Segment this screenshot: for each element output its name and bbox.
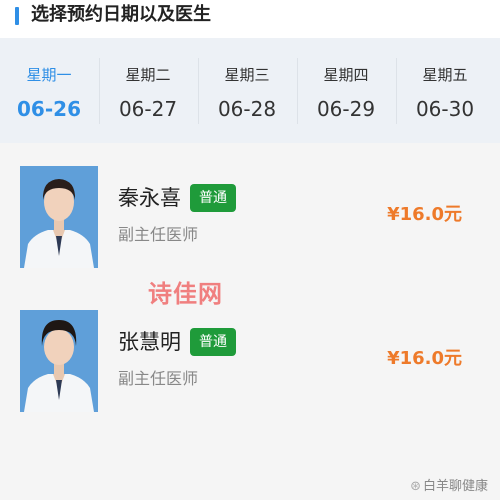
date-selector: 星期一 06-26 星期二 06-27 星期三 06-28 星期四 06-29 … — [0, 38, 500, 143]
date-tab-tuesday[interactable]: 星期二 06-27 — [99, 38, 197, 143]
doctor-type-badge: 普通 — [190, 328, 236, 356]
watermark-text: 诗佳网 — [148, 280, 223, 308]
date-tab-friday[interactable]: 星期五 06-30 — [396, 38, 494, 143]
date-weekday: 星期三 — [224, 66, 270, 84]
doctor-card[interactable]: 张慧明 普通 副主任医师 ¥16.0元 — [0, 310, 500, 420]
doctor-avatar — [20, 310, 98, 412]
doctor-title: 副主任医师 — [118, 369, 199, 388]
doctor-avatar — [20, 166, 98, 268]
page-header: 选择预约日期以及医生 — [0, 0, 500, 38]
date-value: 06-29 — [316, 97, 376, 121]
date-weekday: 星期一 — [26, 66, 72, 84]
watermark-corner-text: 白羊聊健康 — [422, 479, 488, 494]
corner-watermark: ⊛ 白羊聊健康 — [410, 475, 488, 494]
date-weekday: 星期四 — [323, 66, 369, 84]
date-value: 06-27 — [118, 97, 178, 121]
date-tab-monday[interactable]: 星期一 06-26 — [0, 38, 98, 143]
date-weekday: 星期二 — [125, 66, 171, 84]
doctor-portrait-icon — [20, 310, 98, 412]
doctor-price: ¥16.0元 — [387, 348, 462, 369]
date-value: 06-26 — [17, 97, 81, 121]
doctor-card[interactable]: 秦永喜 普通 副主任医师 ¥16.0元 — [0, 166, 500, 276]
date-tab-thursday[interactable]: 星期四 06-29 — [297, 38, 395, 143]
date-weekday: 星期五 — [422, 66, 468, 84]
date-value: 06-28 — [217, 97, 277, 121]
page-title: 选择预约日期以及医生 — [31, 4, 211, 25]
doctor-name: 张慧明 — [118, 330, 181, 354]
header-accent-bar — [15, 7, 19, 25]
doctor-portrait-icon — [20, 166, 98, 268]
doctor-price: ¥16.0元 — [387, 204, 462, 225]
date-tab-wednesday[interactable]: 星期三 06-28 — [198, 38, 296, 143]
watermark-logo-icon: ⊛ — [410, 479, 421, 494]
doctor-type-badge: 普通 — [190, 184, 236, 212]
date-value: 06-30 — [415, 97, 475, 121]
doctor-title: 副主任医师 — [118, 225, 199, 244]
doctor-name: 秦永喜 — [118, 186, 181, 210]
